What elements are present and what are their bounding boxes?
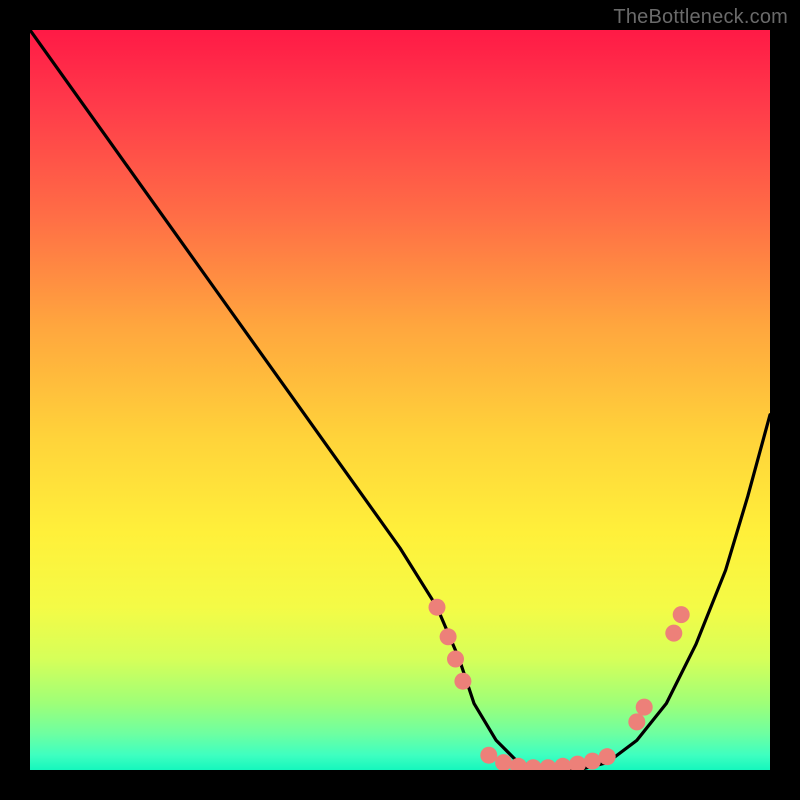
data-point [454, 673, 471, 690]
watermark-text: TheBottleneck.com [613, 6, 788, 29]
data-point [429, 599, 446, 616]
data-point [554, 758, 571, 770]
data-point [636, 699, 653, 716]
data-point [495, 754, 512, 770]
data-point [440, 628, 457, 645]
data-point [665, 625, 682, 642]
data-point [525, 759, 542, 770]
data-point [599, 748, 616, 765]
data-point [540, 759, 557, 770]
curve-layer [30, 30, 770, 770]
data-point [673, 606, 690, 623]
data-point [480, 747, 497, 764]
plot-area [30, 30, 770, 770]
chart-frame: TheBottleneck.com [0, 0, 800, 800]
data-point [447, 651, 464, 668]
chart-svg [30, 30, 770, 770]
data-point [584, 753, 601, 770]
data-point [569, 756, 586, 770]
bottleneck-curve [30, 30, 770, 770]
data-point [510, 758, 527, 770]
data-point [628, 713, 645, 730]
marker-layer [429, 599, 690, 770]
